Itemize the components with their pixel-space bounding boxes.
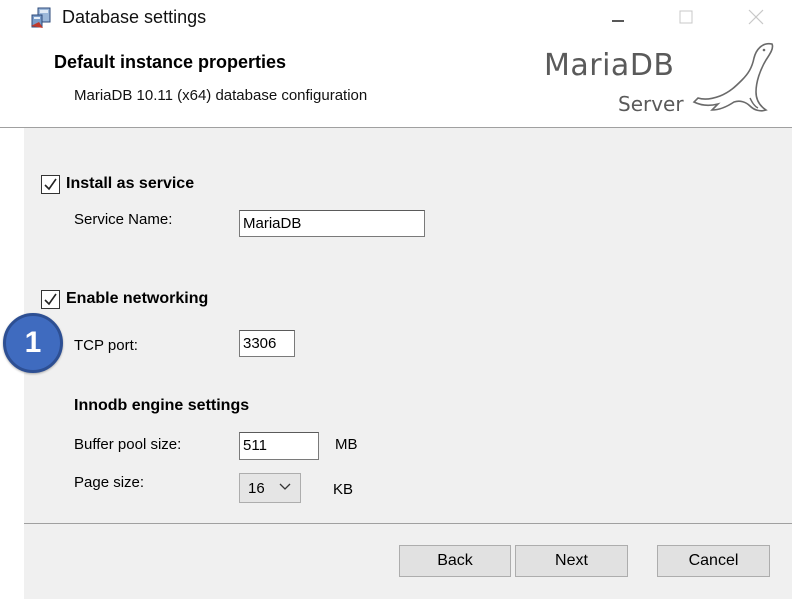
step-badge: 1 bbox=[3, 313, 63, 373]
close-button[interactable] bbox=[728, 0, 784, 34]
enable-networking-checkbox[interactable] bbox=[41, 290, 60, 309]
page-size-unit: KB bbox=[333, 481, 354, 498]
install-service-label[interactable]: Install as service bbox=[66, 175, 194, 193]
minimize-icon bbox=[612, 20, 624, 22]
service-name-label: Service Name: bbox=[74, 211, 173, 228]
page-size-label: Page size: bbox=[74, 474, 145, 491]
next-button[interactable]: Next bbox=[515, 545, 628, 577]
cancel-button[interactable]: Cancel bbox=[657, 545, 770, 577]
tcp-port-input[interactable]: 3306 bbox=[239, 330, 295, 357]
installer-icon bbox=[31, 7, 51, 28]
page-size-value: 16 bbox=[248, 480, 265, 497]
enable-networking-label[interactable]: Enable networking bbox=[66, 290, 208, 308]
checkmark-icon bbox=[44, 178, 57, 191]
tcp-port-label: TCP port: bbox=[74, 337, 138, 354]
buffer-pool-input[interactable]: 511 bbox=[239, 432, 319, 460]
checkmark-icon bbox=[44, 293, 57, 306]
maximize-icon bbox=[679, 10, 693, 24]
back-button[interactable]: Back bbox=[399, 545, 511, 577]
buffer-pool-label: Buffer pool size: bbox=[74, 436, 182, 453]
innodb-heading: Innodb engine settings bbox=[74, 397, 250, 414]
title-bar: Database settings bbox=[0, 0, 792, 34]
window-title: Database settings bbox=[62, 7, 207, 27]
mariadb-logo: MariaDB Server bbox=[540, 40, 780, 120]
seal-icon bbox=[692, 42, 774, 112]
chevron-down-icon bbox=[279, 483, 291, 490]
header-banner: Default instance properties MariaDB 10.1… bbox=[0, 34, 792, 128]
minimize-button[interactable] bbox=[590, 0, 646, 34]
close-icon bbox=[748, 9, 764, 25]
maximize-button[interactable] bbox=[658, 0, 714, 34]
buffer-pool-unit: MB bbox=[335, 436, 358, 453]
install-service-checkbox[interactable] bbox=[41, 175, 60, 194]
service-name-input[interactable]: MariaDB bbox=[239, 210, 425, 237]
logo-subtext: Server bbox=[618, 92, 684, 116]
logo-text: MariaDB bbox=[544, 48, 675, 83]
page-subtitle: MariaDB 10.11 (x64) database configurati… bbox=[74, 87, 368, 104]
page-size-select[interactable]: 16 bbox=[239, 473, 301, 503]
page-title: Default instance properties bbox=[54, 52, 287, 72]
